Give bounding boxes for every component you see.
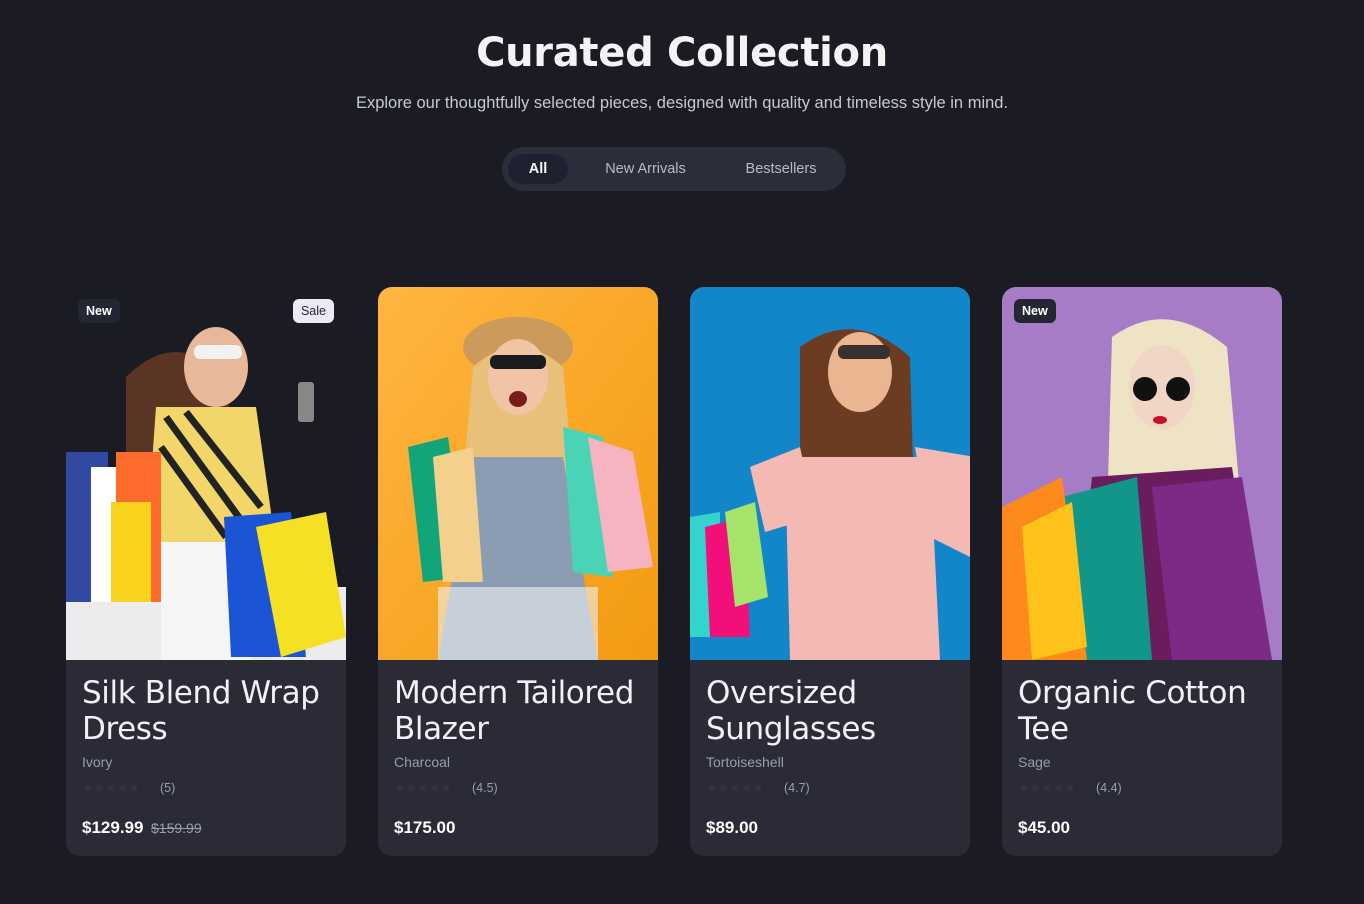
new-badge: New [1014,299,1056,323]
rating-count: (5) [160,781,176,795]
page-title: Curated Collection [476,30,888,76]
new-badge: New [78,299,120,323]
tab-new-arrivals[interactable]: New Arrivals [588,154,703,184]
collection-page: Curated Collection Explore our thoughtfu… [0,0,1364,904]
page-subtitle: Explore our thoughtfully selected pieces… [355,94,1009,112]
star-rating-icon: ★★★★★ [1018,781,1077,795]
product-card[interactable]: New Sale Silk Blend Wrap Dress Ivory ★★★… [66,287,346,856]
product-color: Sage [1018,754,1051,770]
product-card[interactable]: Modern Tailored Blazer Charcoal ★★★★★ (4… [378,287,658,856]
product-color: Charcoal [394,754,451,770]
product-image[interactable]: New [1002,287,1282,660]
star-rating-icon: ★★★★★ [82,781,141,795]
product-name[interactable]: Organic Cotton Tee [1018,675,1268,747]
filter-tabs: All New Arrivals Bestsellers [502,147,846,191]
product-name[interactable]: Modern Tailored Blazer [394,675,644,747]
product-price: $45.00 [1018,818,1070,837]
sale-badge: Sale [292,299,334,323]
product-name[interactable]: Silk Blend Wrap Dress [82,675,332,747]
product-image[interactable]: New Sale [66,287,346,660]
product-price: $175.00 [394,818,456,837]
original-price: $159.99 [151,820,202,836]
product-image[interactable] [378,287,658,660]
product-color: Tortoiseshell [706,754,784,770]
product-image[interactable] [690,287,970,660]
product-card[interactable]: Oversized Sunglasses Tortoiseshell ★★★★★… [690,287,970,856]
tab-bestsellers[interactable]: Bestsellers [726,154,836,184]
product-price: $129.99 [82,818,144,837]
star-rating-icon: ★★★★★ [394,781,453,795]
product-card[interactable]: New Organic Cotton Tee Sage ★★★★★ (4.4) … [1002,287,1282,856]
rating-count: (4.7) [784,781,810,795]
star-rating-icon: ★★★★★ [706,781,765,795]
tab-all[interactable]: All [508,154,568,184]
rating-count: (4.4) [1096,781,1122,795]
product-price: $89.00 [706,818,758,837]
product-color: Ivory [82,754,113,770]
rating-count: (4.5) [472,781,498,795]
product-name[interactable]: Oversized Sunglasses [706,675,956,747]
